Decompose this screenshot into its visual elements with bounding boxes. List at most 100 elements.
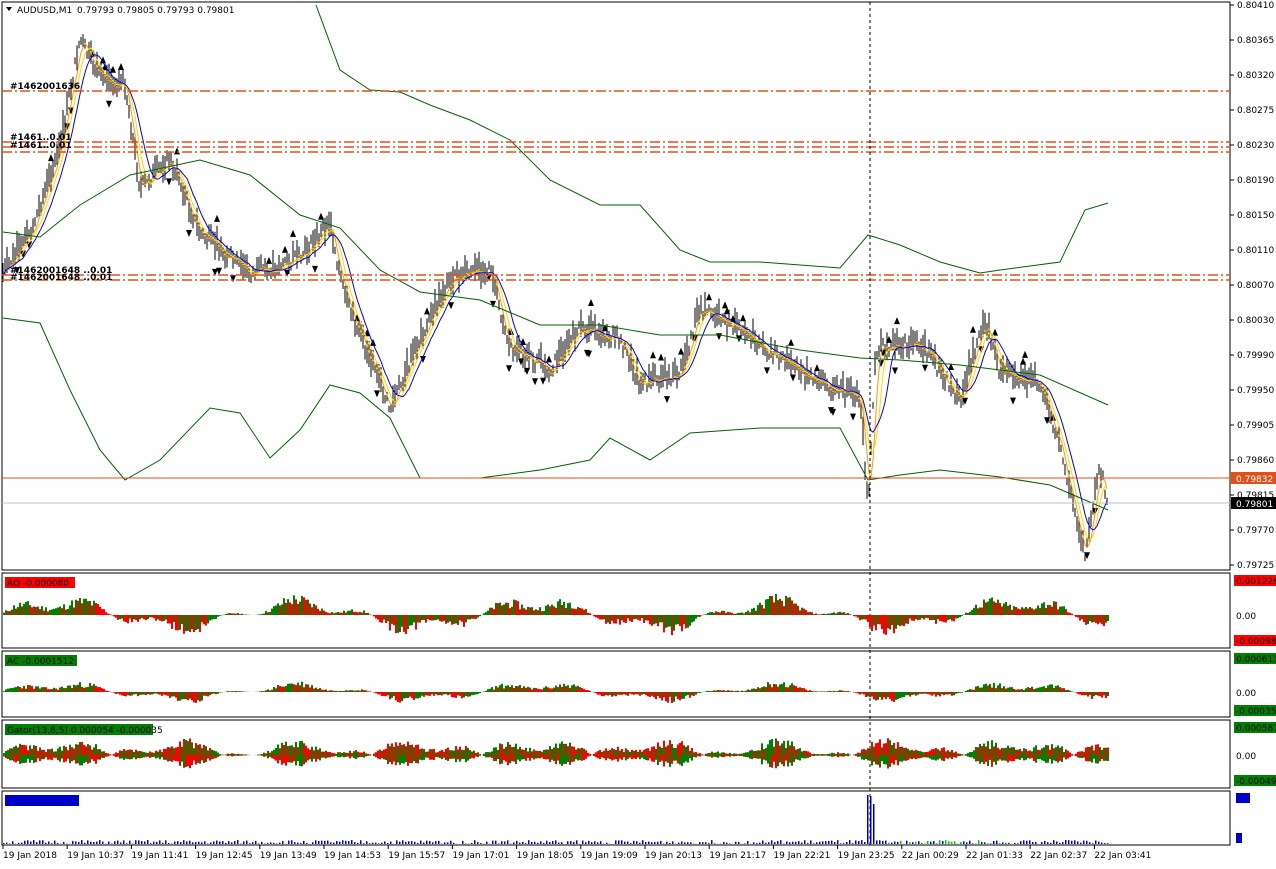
histogram-bar [943, 747, 945, 755]
histogram-bar [283, 745, 285, 755]
price-axis[interactable]: 0.804100.803650.803200.802750.802300.801… [1230, 1, 1274, 571]
volume-bar [681, 841, 683, 844]
histogram-bar [769, 755, 771, 767]
histogram-bar [351, 755, 353, 757]
histogram-bar [691, 615, 693, 622]
histogram-bar [843, 755, 845, 757]
histogram-bar [599, 692, 601, 695]
histogram-bar [731, 613, 733, 615]
histogram-bar [417, 692, 419, 698]
histogram-bar [133, 615, 135, 619]
histogram-bar [1009, 605, 1011, 615]
histogram-bar [1039, 608, 1041, 615]
volume-bar [261, 842, 263, 844]
histogram-bar [603, 751, 605, 755]
histogram-bar [685, 692, 687, 696]
histogram-bar [273, 750, 275, 755]
volume-bar [432, 842, 434, 844]
dropdown-triangle-icon[interactable] [6, 7, 12, 11]
histogram-bar [841, 755, 843, 756]
histogram-bar [987, 755, 989, 766]
histogram-bar [803, 751, 805, 755]
histogram-bar [547, 687, 549, 692]
histogram-bar [983, 744, 985, 755]
histogram-bar [387, 755, 389, 764]
volume-bar [303, 841, 305, 844]
histogram-bar [233, 755, 235, 756]
histogram-bar [301, 682, 303, 692]
histogram-bar [903, 615, 905, 626]
histogram-bar [967, 755, 969, 757]
histogram-bar [161, 755, 163, 757]
histogram-bar [979, 688, 981, 692]
histogram-bar [259, 614, 261, 615]
histogram-bar [913, 692, 915, 694]
volume-bar [1047, 842, 1049, 844]
ac-pane[interactable] [2, 651, 1230, 717]
histogram-bar [689, 692, 691, 698]
histogram-bar [381, 755, 383, 758]
histogram-bar [155, 615, 157, 621]
histogram-bar [45, 607, 47, 615]
time-axis[interactable]: 19 Jan 201819 Jan 10:3719 Jan 11:4119 Ja… [3, 845, 1151, 861]
histogram-bar [203, 692, 205, 696]
volume-bar [1053, 840, 1055, 844]
histogram-bar [341, 755, 343, 757]
volume-pane[interactable] [2, 791, 1230, 845]
volume-bar [114, 841, 116, 844]
histogram-bar [549, 688, 551, 692]
histogram-bar [857, 615, 859, 618]
histogram-bar [537, 751, 539, 755]
trading-chart[interactable]: #1462001636 #1461..0.01 #1461..0.01 #146… [0, 0, 1276, 866]
histogram-bar [921, 755, 923, 758]
histogram-bar [343, 611, 345, 615]
ao-scale-mid: 0.00 [1236, 612, 1256, 622]
symbol-quotes: 0.79793 0.79805 0.79793 0.79801 [77, 6, 234, 16]
histogram-bar [733, 755, 735, 756]
histogram-bar [447, 615, 449, 623]
histogram-bar [985, 755, 987, 762]
histogram-bar [181, 755, 183, 762]
histogram-bar [595, 692, 597, 693]
volume-bar [651, 842, 653, 844]
histogram-bar [475, 692, 477, 694]
histogram-bar [565, 608, 567, 615]
histogram-bar [313, 604, 315, 615]
slow-ma-line [3, 55, 1107, 530]
time-tick-label: 19 Jan 12:45 [196, 851, 253, 861]
histogram-bar [557, 755, 559, 761]
histogram-bar [525, 755, 527, 761]
histogram-bar [939, 615, 941, 621]
histogram-bar [1095, 692, 1097, 695]
histogram-bar [907, 749, 909, 755]
histogram-bar [541, 755, 543, 758]
histogram-bar [775, 755, 777, 768]
histogram-bar [503, 749, 505, 755]
histogram-bar [43, 750, 45, 755]
volume-bar [927, 841, 929, 844]
histogram-bar [341, 691, 343, 692]
histogram-bar [9, 688, 11, 692]
histogram-bar [563, 744, 565, 755]
histogram-bar [117, 753, 119, 755]
histogram-bar [727, 755, 729, 756]
histogram-bar [927, 692, 929, 694]
histogram-bar [515, 686, 517, 692]
histogram-bar [65, 610, 67, 615]
histogram-bar [645, 755, 647, 760]
histogram-bar [577, 607, 579, 615]
histogram-bar [877, 755, 879, 765]
histogram-bar [211, 755, 213, 759]
histogram-bar [957, 615, 959, 618]
histogram-bar [1095, 755, 1097, 763]
histogram-bar [797, 755, 799, 760]
histogram-bar [101, 609, 103, 615]
histogram-bar [457, 692, 459, 695]
histogram-bar [573, 609, 575, 615]
histogram-bar [149, 692, 151, 695]
histogram-bar [1067, 751, 1069, 755]
histogram-bar [487, 755, 489, 757]
volume-bar [57, 843, 59, 844]
histogram-bar [441, 750, 443, 755]
volume-bar [972, 843, 974, 844]
